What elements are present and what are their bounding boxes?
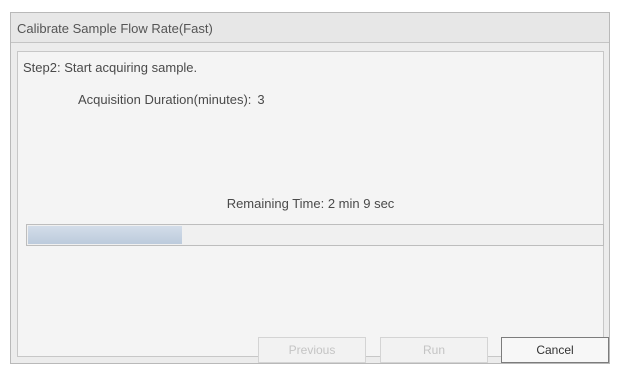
dialog-title: Calibrate Sample Flow Rate(Fast) bbox=[17, 21, 213, 36]
calibrate-dialog: Calibrate Sample Flow Rate(Fast) Step2: … bbox=[10, 12, 610, 364]
run-button[interactable]: Run bbox=[380, 337, 488, 363]
progress-bar bbox=[26, 224, 604, 246]
cancel-button[interactable]: Cancel bbox=[501, 337, 609, 363]
acquisition-duration-value: 3 bbox=[257, 92, 265, 107]
dialog-titlebar[interactable]: Calibrate Sample Flow Rate(Fast) bbox=[11, 13, 609, 43]
step-instruction: Step2: Start acquiring sample. bbox=[23, 60, 198, 75]
progress-bar-fill bbox=[28, 226, 182, 244]
previous-button[interactable]: Previous bbox=[258, 337, 366, 363]
acquisition-duration-row: Acquisition Duration(minutes): 3 bbox=[78, 92, 265, 107]
remaining-time-text: Remaining Time: 2 min 9 sec bbox=[226, 196, 395, 211]
dialog-content: Step2: Start acquiring sample. Acquisiti… bbox=[17, 51, 609, 363]
acquisition-duration-label: Acquisition Duration(minutes): bbox=[78, 92, 252, 107]
